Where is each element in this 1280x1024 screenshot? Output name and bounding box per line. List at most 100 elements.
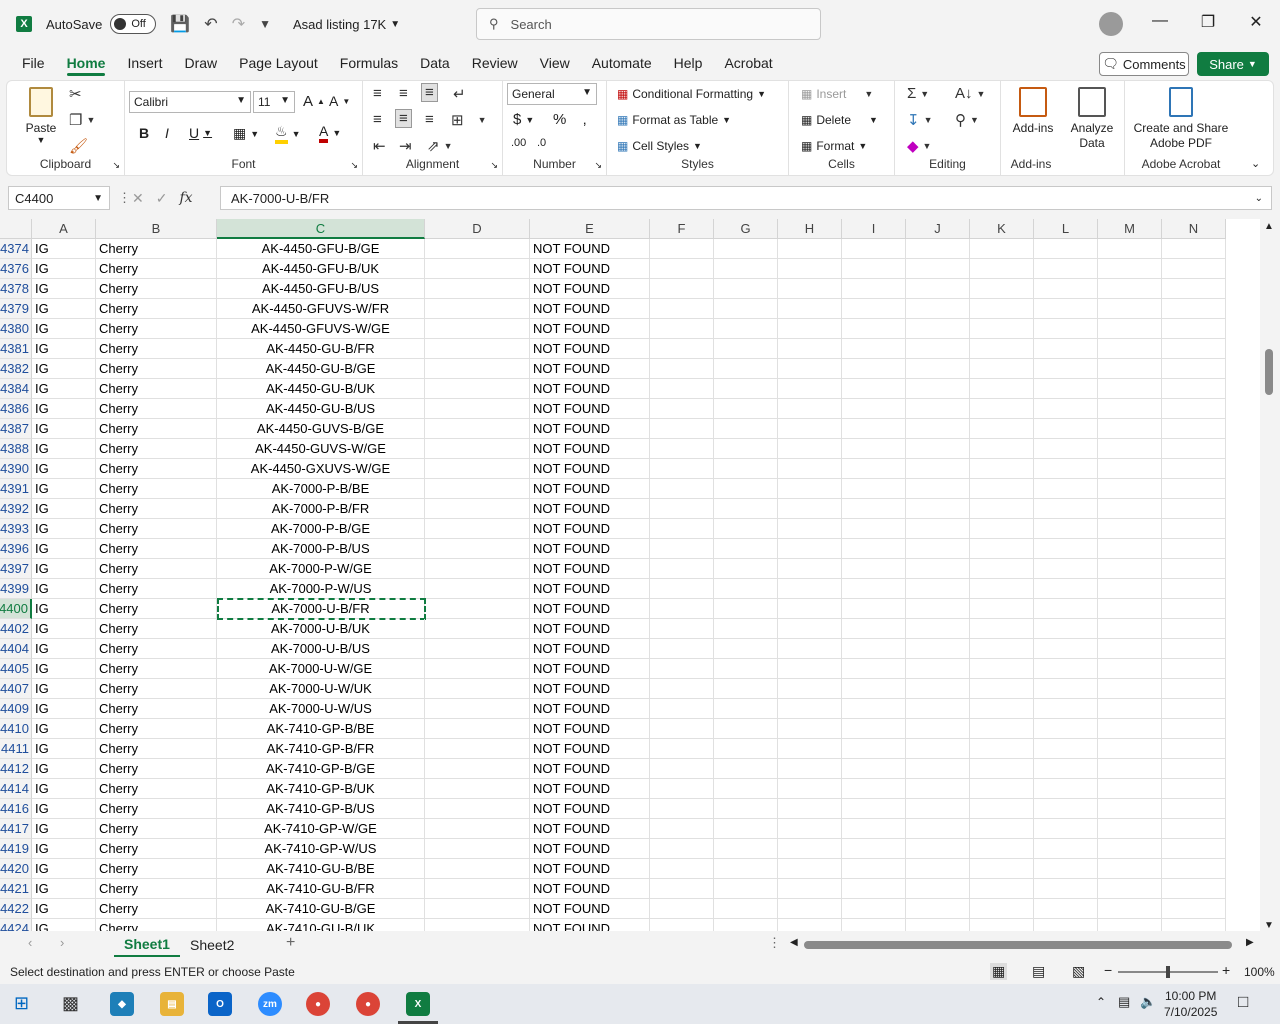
cell-k[interactable] — [970, 239, 1034, 259]
cell-n[interactable] — [1162, 899, 1226, 919]
cell-f[interactable] — [650, 539, 714, 559]
cell-i[interactable] — [842, 399, 906, 419]
cell-m[interactable] — [1098, 779, 1162, 799]
cell-m[interactable] — [1098, 679, 1162, 699]
cell-f[interactable] — [650, 319, 714, 339]
cell-a[interactable]: IG — [32, 679, 96, 699]
cell-c[interactable]: AK-7000-U-W/US — [217, 699, 425, 719]
row-number[interactable]: 4414 — [0, 779, 32, 799]
zoom-in-icon[interactable]: + — [1222, 962, 1230, 978]
cell-a[interactable]: IG — [32, 539, 96, 559]
cell-l[interactable] — [1034, 639, 1098, 659]
cell-k[interactable] — [970, 639, 1034, 659]
cell-l[interactable] — [1034, 499, 1098, 519]
cell-f[interactable] — [650, 339, 714, 359]
cell-n[interactable] — [1162, 719, 1226, 739]
cell-k[interactable] — [970, 359, 1034, 379]
cell-e[interactable]: NOT FOUND — [530, 299, 650, 319]
cell-f[interactable] — [650, 579, 714, 599]
row-number[interactable]: 4412 — [0, 759, 32, 779]
cell-d[interactable] — [425, 239, 530, 259]
cell-d[interactable] — [425, 719, 530, 739]
cell-a[interactable]: IG — [32, 359, 96, 379]
underline-icon[interactable]: U ▼ — [189, 125, 212, 141]
comments-button[interactable]: 🗨 Comments — [1099, 52, 1189, 76]
tab-draw[interactable]: Draw — [173, 48, 228, 78]
cell-m[interactable] — [1098, 619, 1162, 639]
cell-m[interactable] — [1098, 479, 1162, 499]
cell-l[interactable] — [1034, 299, 1098, 319]
cell-c[interactable]: AK-4450-GU-B/UK — [217, 379, 425, 399]
cell-i[interactable] — [842, 299, 906, 319]
cell-d[interactable] — [425, 679, 530, 699]
cell-j[interactable] — [906, 279, 970, 299]
cell-i[interactable] — [842, 819, 906, 839]
cell-g[interactable] — [714, 299, 778, 319]
cell-d[interactable] — [425, 499, 530, 519]
zoom-slider[interactable] — [1118, 966, 1218, 978]
file-explorer-icon[interactable]: ▤ — [160, 992, 184, 1016]
cell-e[interactable]: NOT FOUND — [530, 779, 650, 799]
cell-e[interactable]: NOT FOUND — [530, 559, 650, 579]
cell-h[interactable] — [778, 859, 842, 879]
cell-a[interactable]: IG — [32, 919, 96, 931]
column-header-h[interactable]: H — [778, 219, 842, 239]
cell-m[interactable] — [1098, 899, 1162, 919]
cell-f[interactable] — [650, 499, 714, 519]
cell-m[interactable] — [1098, 639, 1162, 659]
avatar[interactable] — [1099, 12, 1123, 36]
cell-e[interactable]: NOT FOUND — [530, 659, 650, 679]
cell-i[interactable] — [842, 679, 906, 699]
cell-c[interactable]: AK-4450-GFUVS-W/FR — [217, 299, 425, 319]
cell-m[interactable] — [1098, 499, 1162, 519]
cell-e[interactable]: NOT FOUND — [530, 499, 650, 519]
cell-a[interactable]: IG — [32, 779, 96, 799]
cell-b[interactable]: Cherry — [96, 399, 217, 419]
cell-j[interactable] — [906, 659, 970, 679]
cell-m[interactable] — [1098, 319, 1162, 339]
cell-h[interactable] — [778, 299, 842, 319]
cell-g[interactable] — [714, 899, 778, 919]
cell-a[interactable]: IG — [32, 659, 96, 679]
cell-f[interactable] — [650, 779, 714, 799]
cell-g[interactable] — [714, 839, 778, 859]
tab-formulas[interactable]: Formulas — [329, 48, 409, 78]
borders-icon[interactable]: ▦ ▼ — [233, 125, 259, 142]
tab-automate[interactable]: Automate — [581, 48, 663, 78]
cell-j[interactable] — [906, 699, 970, 719]
cell-d[interactable] — [425, 619, 530, 639]
cell-h[interactable] — [778, 879, 842, 899]
cell-l[interactable] — [1034, 339, 1098, 359]
row-number[interactable]: 4416 — [0, 799, 32, 819]
cell-c[interactable]: AK-7410-GP-B/UK — [217, 779, 425, 799]
cell-c[interactable]: AK-7410-GP-B/GE — [217, 759, 425, 779]
row-number[interactable]: 4382 — [0, 359, 32, 379]
cell-b[interactable]: Cherry — [96, 559, 217, 579]
cell-g[interactable] — [714, 639, 778, 659]
row-number[interactable]: 4381 — [0, 339, 32, 359]
cell-m[interactable] — [1098, 419, 1162, 439]
cell-f[interactable] — [650, 239, 714, 259]
cell-h[interactable] — [778, 699, 842, 719]
cell-m[interactable] — [1098, 279, 1162, 299]
cell-k[interactable] — [970, 619, 1034, 639]
cell-b[interactable]: Cherry — [96, 499, 217, 519]
row-number[interactable]: 4391 — [0, 479, 32, 499]
cell-i[interactable] — [842, 719, 906, 739]
cell-h[interactable] — [778, 899, 842, 919]
cell-b[interactable]: Cherry — [96, 339, 217, 359]
cell-f[interactable] — [650, 299, 714, 319]
cell-k[interactable] — [970, 739, 1034, 759]
cell-k[interactable] — [970, 759, 1034, 779]
cell-i[interactable] — [842, 259, 906, 279]
cell-l[interactable] — [1034, 679, 1098, 699]
cell-g[interactable] — [714, 759, 778, 779]
cell-n[interactable] — [1162, 659, 1226, 679]
cell-k[interactable] — [970, 899, 1034, 919]
cell-a[interactable]: IG — [32, 319, 96, 339]
cell-h[interactable] — [778, 419, 842, 439]
cell-g[interactable] — [714, 599, 778, 619]
minimize-icon[interactable]: — — [1148, 12, 1172, 30]
cell-i[interactable] — [842, 639, 906, 659]
cell-m[interactable] — [1098, 459, 1162, 479]
